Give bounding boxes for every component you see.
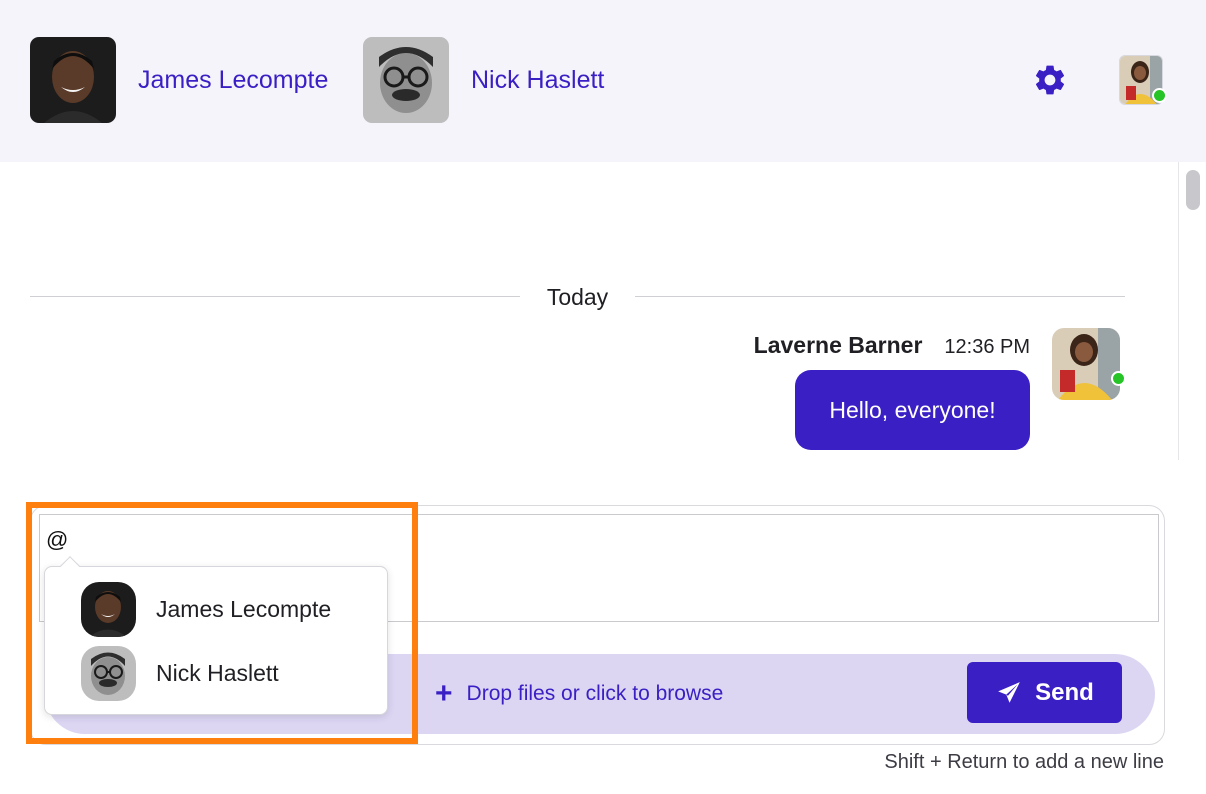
message-author: Laverne Barner <box>753 332 923 358</box>
message-bubble: Hello, everyone! <box>795 370 1030 450</box>
participant-name: James Lecompte <box>138 65 329 94</box>
mention-name: Nick Haslett <box>156 659 279 686</box>
mention-suggestions: James Lecompte Nick Haslett <box>44 556 388 715</box>
file-drop-zone[interactable]: + Drop files or click to browse <box>435 654 723 734</box>
drop-files-label: Drop files or click to browse <box>466 682 724 705</box>
day-divider-label: Today <box>546 284 609 310</box>
mention-item-james-lecompte[interactable]: James Lecompte <box>81 581 331 637</box>
new-line-hint: Shift + Return to add a new line <box>884 751 1164 773</box>
current-user-avatar[interactable] <box>1119 55 1167 105</box>
online-status-dot <box>1152 88 1167 103</box>
mention-item-nick-haslett[interactable]: Nick Haslett <box>81 645 279 701</box>
message-list[interactable]: Today Laverne Barner 12:36 PM Hello, eve… <box>0 162 1178 460</box>
message-timestamp: 12:36 PM <box>944 336 1030 358</box>
day-divider-line <box>30 296 520 297</box>
avatar <box>30 37 116 123</box>
send-label: Send <box>1035 678 1094 706</box>
participant-name: Nick Haslett <box>471 65 605 94</box>
chat-header: James Lecompte Nick Haslett <box>0 0 1206 162</box>
mention-name: James Lecompte <box>156 595 332 622</box>
scrollbar-thumb[interactable] <box>1186 170 1200 210</box>
gear-icon <box>1035 65 1065 95</box>
message-author-avatar <box>1052 328 1126 400</box>
participant-james-lecompte[interactable]: James Lecompte <box>30 37 328 123</box>
paper-plane-icon <box>998 681 1020 703</box>
message-meta: Laverne Barner 12:36 PM <box>754 332 1030 359</box>
participant-nick-haslett[interactable]: Nick Haslett <box>363 37 604 123</box>
send-button[interactable]: Send <box>967 662 1122 723</box>
message-text: Hello, everyone! <box>829 396 996 423</box>
avatar <box>81 581 136 637</box>
message-scrollbar[interactable] <box>1178 162 1206 460</box>
settings-button[interactable] <box>1028 58 1072 102</box>
day-divider-line <box>635 296 1125 297</box>
online-status-dot <box>1111 371 1126 386</box>
avatar <box>1052 328 1120 400</box>
avatar <box>81 645 136 701</box>
avatar <box>363 37 449 123</box>
plus-icon: + <box>435 677 453 710</box>
